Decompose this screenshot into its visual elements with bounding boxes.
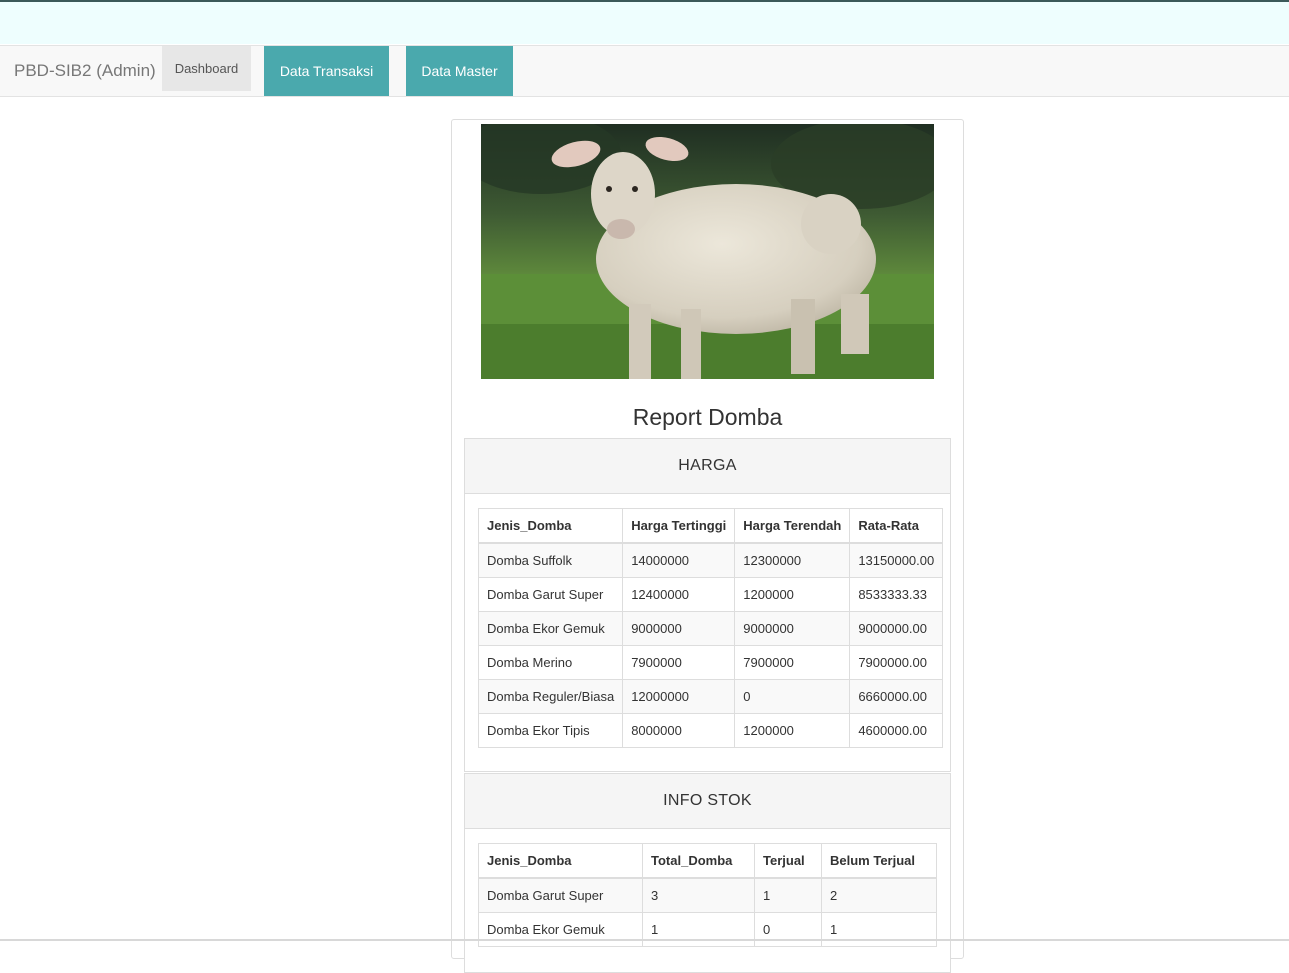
table-header-row: Jenis_Domba Total_Domba Terjual Belum Te… xyxy=(478,843,937,879)
harga-panel: HARGA Jenis_Domba Harga Tertinggi Harga … xyxy=(464,438,951,772)
table-cell: 12300000 xyxy=(734,542,851,578)
table-row: Domba Suffolk 14000000 12300000 13150000… xyxy=(477,542,944,578)
navbar-brand[interactable]: PBD-SIB2 (Admin) xyxy=(14,61,156,81)
report-card: Report Domba HARGA Jenis_Domba Harga Ter… xyxy=(451,119,964,973)
table-cell: 1200000 xyxy=(734,577,851,612)
table-cell: 6660000.00 xyxy=(849,679,944,714)
table-row: Domba Garut Super 3 1 2 xyxy=(478,877,937,913)
table-cell: 0 xyxy=(754,912,822,947)
sheep-photo xyxy=(481,124,934,379)
nav-dashboard-button[interactable]: Dashboard xyxy=(162,46,251,91)
table-cell: 0 xyxy=(734,679,851,714)
stok-table: Jenis_Domba Total_Domba Terjual Belum Te… xyxy=(478,843,937,947)
nav-data-transaksi-button[interactable]: Data Transaksi xyxy=(264,46,389,96)
report-title: Report Domba xyxy=(632,404,783,430)
table-cell: 1 xyxy=(821,912,937,947)
table-cell: 9000000.00 xyxy=(849,611,944,646)
stok-panel: INFO STOK Jenis_Domba Total_Domba Terjua… xyxy=(464,773,951,973)
column-header: Harga Tertinggi xyxy=(622,508,736,544)
table-cell: Domba Ekor Gemuk xyxy=(477,611,624,646)
table-cell: 8533333.33 xyxy=(849,577,944,612)
navbar: PBD-SIB2 (Admin) Dashboard Data Transaks… xyxy=(0,45,1289,97)
stok-heading: INFO STOK xyxy=(465,774,950,829)
sheep-image xyxy=(481,124,934,379)
table-cell: Domba Garut Super xyxy=(478,877,643,913)
table-cell: 12400000 xyxy=(622,577,736,612)
table-cell: Domba Garut Super xyxy=(477,577,624,612)
table-cell: 7900000 xyxy=(622,645,736,680)
harga-heading: HARGA xyxy=(465,439,950,494)
table-cell: 4600000.00 xyxy=(849,713,944,748)
table-cell: 9000000 xyxy=(622,611,736,646)
browser-top-strip xyxy=(0,0,1289,44)
nav-data-master-button[interactable]: Data Master xyxy=(406,46,513,96)
table-row: Domba Ekor Tipis 8000000 1200000 4600000… xyxy=(477,713,944,748)
column-header: Harga Terendah xyxy=(734,508,851,544)
table-cell: 14000000 xyxy=(622,542,736,578)
table-row: Domba Garut Super 12400000 1200000 85333… xyxy=(477,577,944,612)
column-header: Total_Domba xyxy=(642,843,755,879)
table-cell: 9000000 xyxy=(734,611,851,646)
table-cell: 1200000 xyxy=(734,713,851,748)
table-cell: Domba Ekor Tipis xyxy=(477,713,624,748)
table-row: Domba Reguler/Biasa 12000000 0 6660000.0… xyxy=(477,679,944,714)
column-header: Jenis_Domba xyxy=(477,508,624,544)
table-header-row: Jenis_Domba Harga Tertinggi Harga Terend… xyxy=(477,508,944,544)
table-cell: 13150000.00 xyxy=(849,542,944,578)
column-header: Belum Terjual xyxy=(821,843,937,879)
table-row: Domba Ekor Gemuk 9000000 9000000 9000000… xyxy=(477,611,944,646)
table-cell: 8000000 xyxy=(622,713,736,748)
table-cell: Domba Merino xyxy=(477,645,624,680)
harga-table: Jenis_Domba Harga Tertinggi Harga Terend… xyxy=(477,508,944,748)
table-cell: 1 xyxy=(754,877,822,913)
table-cell: 12000000 xyxy=(622,679,736,714)
table-row: Domba Ekor Gemuk 1 0 1 xyxy=(478,912,937,947)
table-cell: 2 xyxy=(821,877,937,913)
column-header: Rata-Rata xyxy=(849,508,944,544)
table-cell: 3 xyxy=(642,877,755,913)
column-header: Jenis_Domba xyxy=(478,843,643,879)
table-cell: Domba Reguler/Biasa xyxy=(477,679,624,714)
column-header: Terjual xyxy=(754,843,822,879)
table-cell: 7900000.00 xyxy=(849,645,944,680)
table-cell: 1 xyxy=(642,912,755,947)
table-cell: Domba Ekor Gemuk xyxy=(478,912,643,947)
table-cell: 7900000 xyxy=(734,645,851,680)
table-row: Domba Merino 7900000 7900000 7900000.00 xyxy=(477,645,944,680)
table-cell: Domba Suffolk xyxy=(477,542,624,578)
